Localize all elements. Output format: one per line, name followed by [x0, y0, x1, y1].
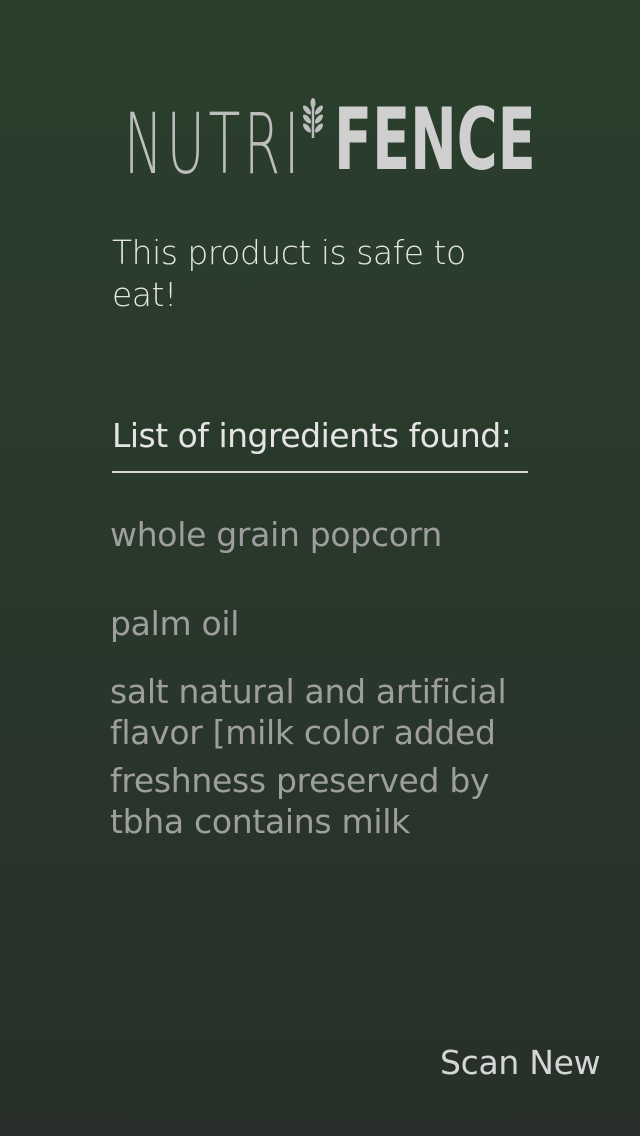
ingredient-item: whole grain popcorn — [110, 515, 442, 554]
logo-bold-text: FENCE — [334, 90, 536, 190]
nutrifence-logo: NUTRI FENCE — [124, 95, 536, 193]
ingredient-item: freshness preserved by tbha contains mil… — [110, 761, 490, 835]
header-divider — [112, 471, 528, 473]
ingredient-item: salt natural and artificial flavor [milk… — [110, 672, 507, 752]
wheat-icon — [302, 98, 324, 138]
ingredient-item: palm oil — [110, 604, 240, 643]
scan-new-button[interactable]: Scan New — [440, 1042, 601, 1084]
result-screen: NUTRI FENCE This product is safe to eat!… — [0, 0, 640, 1136]
logo-light-text: NUTRI — [124, 95, 304, 193]
safety-status-message: This product is safe to eat! — [112, 233, 466, 314]
ingredients-list[interactable]: whole grain popcorn palm oil salt natura… — [110, 512, 530, 835]
ingredients-header: List of ingredients found: — [112, 416, 512, 455]
